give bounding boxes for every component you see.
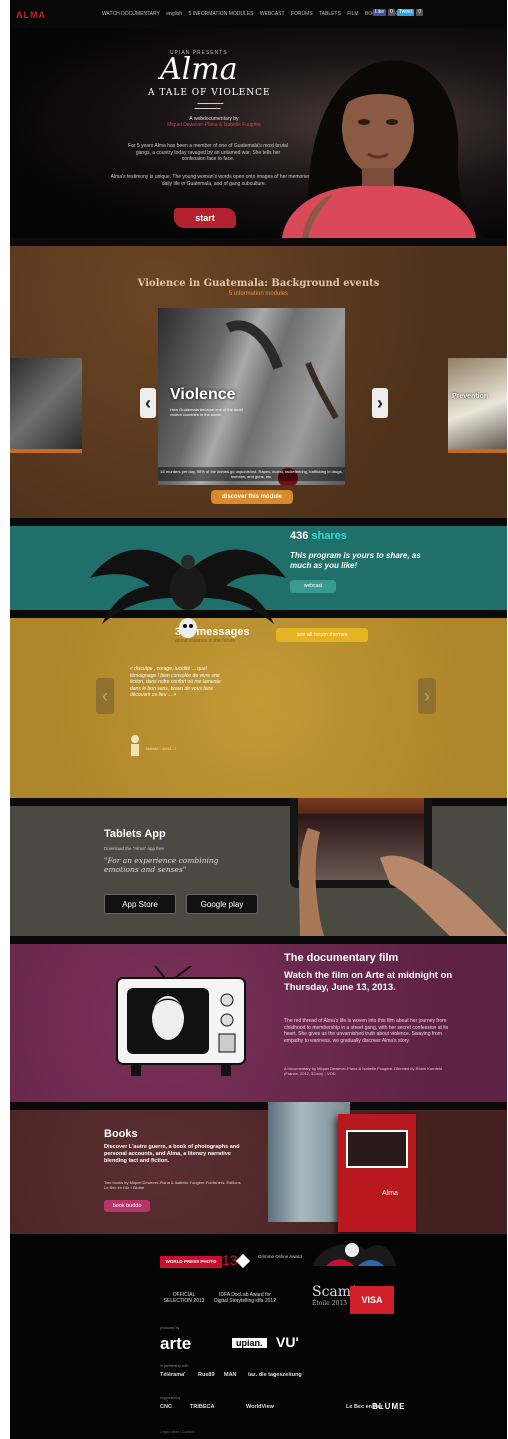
shares-count: 436 shares <box>290 530 347 542</box>
torn-edge <box>10 238 507 246</box>
footer: WORLD PRESS PHOTO 13 Grimme Online Award… <box>10 1234 507 1439</box>
nav-item[interactable]: 5 INFORMATION MODULES <box>189 11 254 17</box>
documentary-credits: A documentary by Miquel Dewever-Plana & … <box>284 1066 443 1076</box>
world-press-photo-logo[interactable]: WORLD PRESS PHOTO <box>160 1256 222 1268</box>
site-logo[interactable]: ALMA <box>16 10 46 20</box>
book-title: Alma <box>382 1190 398 1197</box>
documentary-subheading: Watch the film on Arte at midnight on Th… <box>284 970 453 993</box>
books-button[interactable]: book buddo <box>104 1200 150 1212</box>
violence-subheading: 5 information modules <box>228 291 289 297</box>
hero-title: Alma <box>160 52 238 87</box>
torn-edge <box>10 518 507 526</box>
documentary-heading: The documentary film <box>284 952 399 964</box>
doc-authors[interactable]: Miquel Dewever-Plana & Isabelle Fougère <box>158 122 270 128</box>
documentary-body: The red thread of Alma's life is woven i… <box>284 1018 449 1044</box>
books-section: Books Discover L'autre guerre, a book of… <box>10 1102 507 1234</box>
award-laurel-2: IDFA DocLab Award for Digital Storytelli… <box>214 1292 276 1304</box>
violence-section: Violence in Guatemala: Background events… <box>10 238 507 518</box>
slide-subtitle: How Guatemala became one of the most vio… <box>170 407 243 417</box>
partner-taz[interactable]: taz. die tageszeitung <box>248 1372 302 1378</box>
supporter-worldview[interactable]: WorldView <box>246 1404 274 1410</box>
slide-left[interactable] <box>10 358 82 453</box>
tablets-download-text: Download the "Alma" app free <box>104 846 164 851</box>
share-message: This program is yours to share, as much … <box>290 551 421 570</box>
portrait-image <box>282 60 484 238</box>
hero-subtitle: A TALE OF VIOLENCE <box>148 88 271 98</box>
forum-quote: « disculpe , corage, lucidité ... quel t… <box>130 666 221 698</box>
torn-edge <box>10 936 507 944</box>
vu-logo[interactable]: VU' <box>276 1334 299 1350</box>
blume-logo[interactable]: BLUME <box>372 1402 405 1411</box>
nav-item[interactable]: WEBCAST <box>260 11 285 17</box>
vulture-illustration-icon <box>90 549 286 638</box>
tweet-count: 0 <box>416 9 423 16</box>
hero-section: UPIAN PRESENTS Alma A TALE OF VIOLENCE A… <box>10 28 507 238</box>
tablets-heading: Tablets App <box>104 828 166 840</box>
slide-title: Violence <box>170 386 236 403</box>
tweet-button[interactable]: Tweet <box>396 9 415 16</box>
vulture-skull-icon <box>312 1243 396 1266</box>
slide-caption: 16 murders per day, 98% of the crimes go… <box>158 467 345 481</box>
like-count: 0 <box>388 9 395 16</box>
shares-word: shares <box>311 530 347 542</box>
google-play-button[interactable]: Google play <box>186 894 258 914</box>
upian-logo[interactable]: upian. <box>232 1338 267 1348</box>
forum-themes-button[interactable]: see all forum themes <box>276 628 368 642</box>
next-arrow-icon[interactable]: › <box>372 388 388 418</box>
award-laurel-1: OFFICIAL SELECTION 2013 <box>163 1292 205 1304</box>
prev-message-arrow-icon[interactable]: ‹ <box>96 678 114 714</box>
nav-item[interactable]: TABLETS <box>319 11 341 17</box>
tv-illustration-icon <box>116 966 246 1076</box>
nav-item[interactable]: WATCH DOCUMENTARY <box>102 11 160 17</box>
slide-right[interactable]: Prevention <box>448 358 507 453</box>
grimme-award[interactable]: Grimme Online Award <box>258 1254 302 1259</box>
book-cover-2: Alma <box>338 1114 416 1232</box>
doc-credit: A webdocumentary by Miquel Dewever-Plana… <box>158 116 270 128</box>
book-cover-photo <box>346 1130 408 1168</box>
nav-item[interactable]: FILM <box>347 11 358 17</box>
torn-edge <box>10 1102 507 1110</box>
slide-main[interactable]: Violence How Guatemala became one of the… <box>158 308 345 485</box>
violence-heading: Violence in Guatemala: Background events <box>137 278 380 289</box>
books-heading: Books <box>104 1128 138 1140</box>
start-button[interactable]: start <box>174 208 236 228</box>
next-message-arrow-icon[interactable]: › <box>418 678 436 714</box>
nav-item[interactable]: english <box>166 11 182 17</box>
grimme-diamond-icon <box>235 1253 251 1269</box>
partner-telerama[interactable]: Télérama' <box>160 1372 185 1378</box>
quote-author[interactable]: Natalie - 40/11 -7 <box>146 746 176 751</box>
prev-arrow-icon[interactable]: ‹ <box>140 388 156 418</box>
divider-mark <box>194 103 224 109</box>
nav-item[interactable]: FORUMS <box>291 11 313 17</box>
user-avatar-icon <box>131 735 139 756</box>
app-store-button[interactable]: App Store <box>104 894 176 914</box>
books-details: Two books by Miquel Dewever-Plana & Isab… <box>104 1180 241 1190</box>
page: ALMA WATCH DOCUMENTARY english 5 INFORMA… <box>10 0 507 1439</box>
supporter-tribeca[interactable]: TRIBECA <box>190 1404 214 1410</box>
slide-right-title: Prevention <box>452 393 489 400</box>
tablets-section: Tablets App Download the "Alma" app free… <box>10 798 507 936</box>
top-nav: WATCH DOCUMENTARY english 5 INFORMATION … <box>102 11 419 17</box>
social-buttons: Like 0 Tweet 0 <box>372 9 423 16</box>
documentary-section: The documentary film Watch the film on A… <box>10 936 507 1102</box>
discover-module-button[interactable]: discover this module <box>211 490 293 504</box>
supporter-cnc[interactable]: CNC <box>160 1404 172 1410</box>
partner-rue89[interactable]: Rue89 <box>198 1372 215 1378</box>
visa-logo[interactable]: VISA <box>350 1286 394 1314</box>
books-description: Discover L'autre guerre, a book of photo… <box>104 1144 240 1164</box>
produced-by-label: produced by <box>160 1326 180 1330</box>
partnership-label: in partnership with <box>160 1364 189 1368</box>
hands-image <box>299 828 507 936</box>
partner-man[interactable]: MAN <box>224 1372 237 1378</box>
top-bar: ALMA WATCH DOCUMENTARY english 5 INFORMA… <box>10 0 507 28</box>
legal-link[interactable]: Legal notice / Contact <box>160 1430 194 1434</box>
arte-logo[interactable]: arte <box>160 1334 191 1354</box>
webcast-button[interactable]: webcast <box>290 580 336 593</box>
tablets-quote: "For an experience combining emotions an… <box>104 856 219 874</box>
shares-number: 436 <box>290 530 309 542</box>
supported-label: supported by <box>160 1396 181 1400</box>
facebook-like-button[interactable]: Like <box>372 9 387 16</box>
